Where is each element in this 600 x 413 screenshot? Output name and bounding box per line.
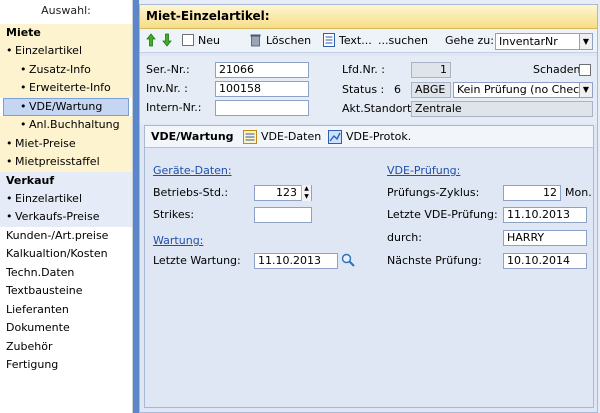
ser-nr-field[interactable]: 21066 [215,62,309,78]
letzte-wartung-field[interactable]: 11.10.2013 [254,253,338,269]
vde-data-icon [243,130,257,144]
pruefungs-zyklus-field[interactable]: 12 [503,185,561,201]
sidebar-item-kunden-art-preise[interactable]: Kunden-/Art.preise [0,227,132,246]
new-checkbox-icon[interactable] [182,34,194,46]
main-panel: Miet-Einzelartikel: Neu Löschen Text... … [133,0,600,413]
inv-nr-field[interactable]: 100158 [215,81,309,97]
search-icon[interactable] [341,253,355,267]
sidebar-item-verkaufs-preise[interactable]: • Verkaufs-Preise [0,208,132,227]
sidebar-item-textbausteine[interactable]: Textbausteine [0,282,132,301]
tab-vde-protok[interactable]: VDE-Protok. [346,129,411,145]
naechste-pruefung-label: Nächste Prüfung: [387,254,482,267]
trash-icon [250,34,261,47]
lfd-nr-label: Lfd.Nr. : [342,63,385,76]
standort-label: Akt.Standort : [342,102,419,115]
window-title: Miet-Einzelartikel: [140,5,597,29]
sidebar-item-vde-wartung[interactable]: • VDE/Wartung [3,97,129,116]
durch-label: durch: [387,231,422,244]
sidebar-item-zubehoer[interactable]: Zubehör [0,338,132,357]
tab-vde-daten[interactable]: VDE-Daten [261,129,321,145]
arrow-down-icon[interactable] [162,33,172,47]
inv-nr-label: Inv.Nr. : [146,82,188,95]
vde-wartung-panel: VDE/Wartung VDE-Daten VDE-Protok. Geräte… [144,125,594,408]
vde-panel-title: VDE/Wartung [151,130,234,143]
status-label: Status : [342,83,385,96]
vde-protocol-icon [328,130,342,144]
intern-nr-field[interactable] [215,100,309,116]
content-window: Miet-Einzelartikel: Neu Löschen Text... … [139,4,598,413]
strikes-label: Strikes: [153,208,195,221]
toolbar: Neu Löschen Text... ...suchen Gehe zu: I… [140,29,597,53]
sidebar-item-mietpreisstaffel[interactable]: • Mietpreisstaffel [0,153,132,172]
naechste-pruefung-field[interactable]: 10.10.2014 [503,253,587,269]
betriebs-std-label: Betriebs-Std.: [153,186,229,199]
article-header-form: Ser.-Nr.: 21066 Inv.Nr. : 100158 Intern-… [140,56,597,124]
lfd-nr-field: 1 [411,62,451,78]
standort-field: Zentrale [411,101,593,117]
ser-nr-label: Ser.-Nr.: [146,63,190,76]
new-button[interactable]: Neu [198,33,220,48]
geraete-daten-heading: Geräte-Daten: [153,164,232,177]
status-code-field: ABGE [411,82,451,98]
sidebar-item-erweiterte-info[interactable]: • Erweiterte-Info [0,79,132,98]
sidebar-group-miete[interactable]: Miete [0,24,132,42]
text-document-icon [323,33,335,47]
vde-tabbar: VDE/Wartung VDE-Daten VDE-Protok. [145,126,593,148]
sidebar-item-miete-einzelartikel[interactable]: • Einzelartikel [0,42,132,61]
arrow-up-icon[interactable] [146,33,156,47]
sidebar-item-zusatz-info[interactable]: • Zusatz-Info [0,60,132,79]
sidebar-group-verkauf[interactable]: Verkauf [0,171,132,190]
search-button[interactable]: ...suchen [378,33,428,48]
sidebar: Auswahl: Miete • Einzelartikel • Zusatz-In… [0,0,133,413]
zyklus-unit: Mon. [565,186,592,199]
delete-button[interactable]: Löschen [266,33,311,48]
spinner-icon[interactable]: ▲ ▼ [301,185,311,201]
sidebar-item-lieferanten[interactable]: Lieferanten [0,301,132,320]
status-number: 6 [394,83,401,96]
sidebar-item-fertigung[interactable]: Fertigung [0,356,132,375]
status-chevron-down-icon[interactable]: ▼ [579,82,593,98]
vde-pruefung-heading: VDE-Prüfung: [387,164,461,177]
sidebar-header: Auswahl: [41,4,91,17]
sidebar-item-dokumente[interactable]: Dokumente [0,319,132,338]
goto-label: Gehe zu: [445,34,494,47]
sidebar-item-kalkulation[interactable]: Kalkualtion/Kosten [0,245,132,264]
text-button[interactable]: Text... [339,33,372,48]
status-select[interactable]: Kein Prüfung (no Check) [453,82,593,98]
chevron-down-icon[interactable]: ▼ [579,33,593,50]
sidebar-item-verkauf-einzelartikel[interactable]: • Einzelartikel [0,189,132,208]
intern-nr-label: Intern-Nr.: [146,101,202,114]
durch-field[interactable]: HARRY [503,230,587,246]
schaden-checkbox[interactable] [579,64,591,76]
letzte-wartung-label: Letzte Wartung: [153,254,241,267]
sidebar-item-anl-buchhaltung[interactable]: • Anl.Buchhaltung [0,116,132,135]
sidebar-item-miet-preise[interactable]: • Miet-Preise [0,134,132,153]
strikes-field[interactable] [254,207,312,223]
schaden-label: Schaden [533,63,581,76]
letzte-vde-pruefung-field[interactable]: 11.10.2013 [503,207,587,223]
wartung-heading: Wartung: [153,234,204,247]
pruefungs-zyklus-label: Prüfungs-Zyklus: [387,186,480,199]
letzte-vde-pruefung-label: Letzte VDE-Prüfung: [387,208,498,221]
sidebar-item-techn-daten[interactable]: Techn.Daten [0,264,132,283]
